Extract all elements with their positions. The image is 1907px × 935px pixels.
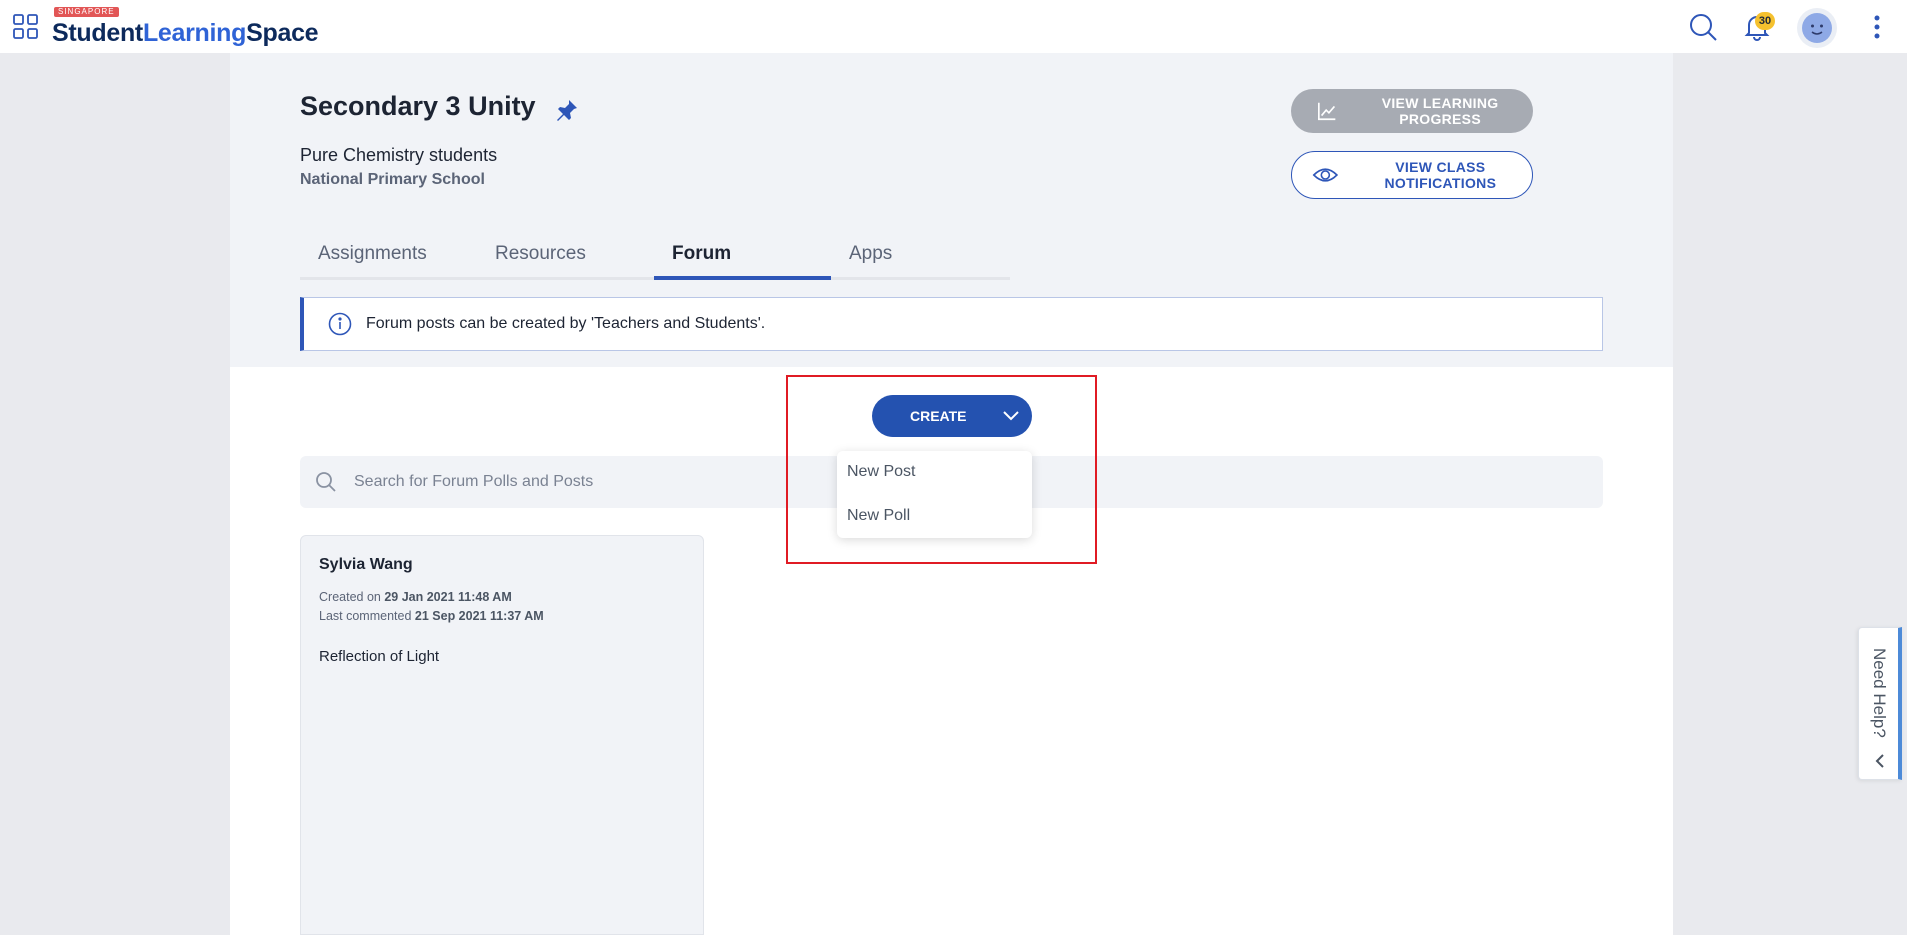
info-banner: Forum posts can be created by 'Teachers …: [300, 297, 1603, 351]
top-bar: SINGAPORE StudentLearningSpace 30: [0, 0, 1907, 53]
eye-icon: [1312, 168, 1339, 182]
post-created: Created on 29 Jan 2021 11:48 AM: [319, 590, 512, 604]
class-header: Secondary 3 Unity Pure Chemistry student…: [230, 53, 1673, 367]
page-title: Secondary 3 Unity: [300, 91, 536, 121]
need-help-label: Need Help?: [1870, 648, 1889, 738]
avatar[interactable]: [1797, 8, 1837, 48]
more-vertical-icon[interactable]: [1867, 12, 1887, 42]
chevron-down-icon: [1003, 411, 1019, 421]
menu-item-new-post[interactable]: New Post: [847, 463, 915, 481]
tab-apps[interactable]: Apps: [831, 229, 1008, 277]
need-help-tab[interactable]: Need Help?: [1858, 627, 1902, 780]
create-dropdown-menu: New Post New Poll: [837, 451, 1032, 538]
class-subtitle: Pure Chemistry students: [300, 145, 498, 165]
info-icon: [328, 312, 352, 336]
create-split-button: CREATE: [872, 395, 1032, 437]
tab-forum[interactable]: Forum: [654, 229, 831, 280]
view-learning-progress-button[interactable]: VIEW LEARNING PROGRESS: [1291, 89, 1533, 133]
class-tabs: Assignments Resources Forum Apps: [300, 229, 1010, 280]
chart-icon: [1318, 102, 1336, 121]
post-last-commented: Last commented 21 Sep 2021 11:37 AM: [319, 609, 544, 623]
tab-assignments[interactable]: Assignments: [300, 229, 477, 277]
menu-item-new-poll[interactable]: New Poll: [847, 507, 910, 525]
search-icon[interactable]: [1688, 12, 1718, 42]
search-icon: [316, 472, 336, 492]
forum-post-card[interactable]: Sylvia Wang Created on 29 Jan 2021 11:48…: [300, 535, 704, 935]
tab-resources[interactable]: Resources: [477, 229, 654, 277]
create-button[interactable]: CREATE: [872, 395, 990, 437]
view-class-notifications-label: VIEW CLASS NOTIFICATIONS: [1384, 159, 1497, 191]
chevron-left-icon: [1875, 754, 1884, 768]
view-learning-progress-label: VIEW LEARNING PROGRESS: [1381, 95, 1499, 127]
school-name: National Primary School: [300, 171, 485, 188]
create-dropdown-toggle[interactable]: [990, 395, 1032, 437]
logo-tag: SINGAPORE: [54, 7, 119, 17]
pin-icon[interactable]: [555, 98, 579, 122]
post-title: Reflection of Light: [319, 648, 440, 665]
post-author: Sylvia Wang: [319, 556, 413, 573]
logo-text: StudentLearningSpace: [52, 19, 319, 47]
notification-badge: 30: [1755, 12, 1775, 30]
view-class-notifications-button[interactable]: VIEW CLASS NOTIFICATIONS: [1291, 151, 1533, 199]
info-banner-text: Forum posts can be created by 'Teachers …: [366, 315, 766, 332]
apps-grid-icon[interactable]: [12, 13, 40, 41]
